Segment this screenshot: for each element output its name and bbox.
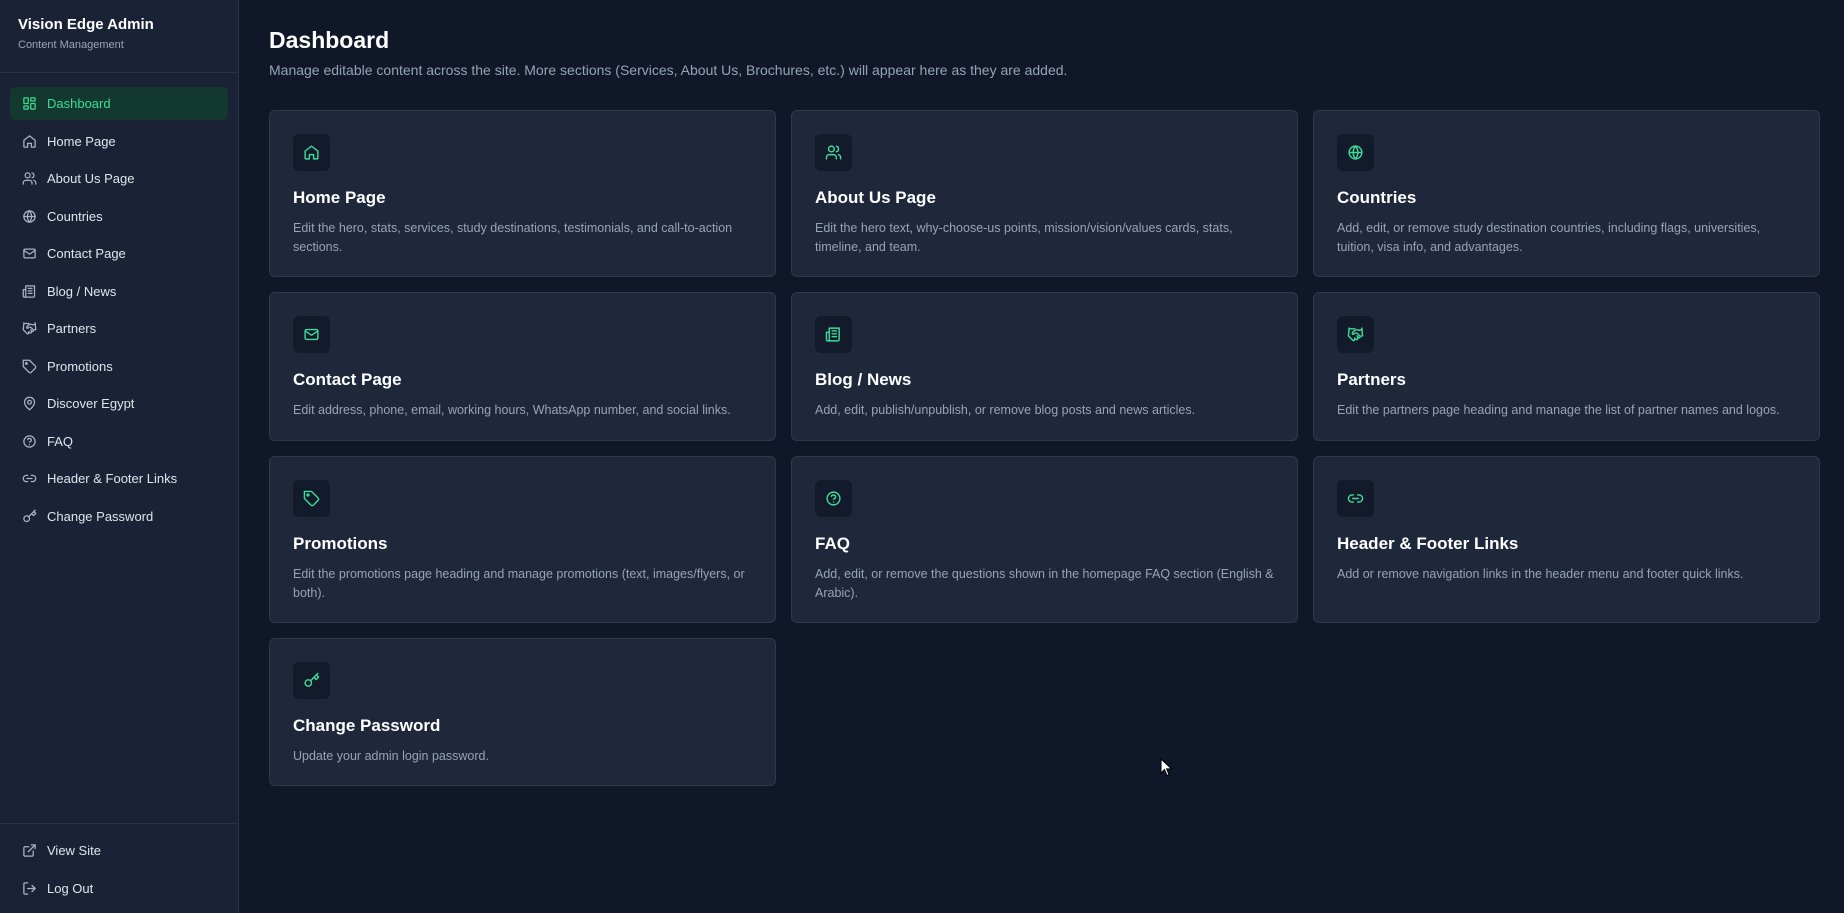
sidebar-item-blog-news[interactable]: Blog / News [10, 275, 228, 308]
card-title: Change Password [293, 716, 441, 735]
card-description: Add, edit, or remove study destination c… [1337, 221, 1761, 254]
sidebar-footer: View Site Log Out [0, 823, 238, 913]
newspaper-icon [22, 284, 37, 299]
sidebar-item-label: Countries [47, 208, 103, 224]
newspaper-icon [815, 316, 852, 353]
card-blog-news[interactable]: Blog / News Add, edit, publish/unpublish… [791, 292, 1298, 441]
sidebar-item-home-page[interactable]: Home Page [10, 125, 228, 158]
card-faq[interactable]: FAQ Add, edit, or remove the questions s… [791, 456, 1298, 623]
sidebar-nav: Dashboard Home Page About Us Page Countr… [0, 73, 238, 537]
link-icon [22, 471, 37, 486]
card-title: Partners [1337, 370, 1406, 389]
section-cards-grid: Home Page Edit the hero, stats, services… [269, 110, 1820, 786]
sidebar-item-countries[interactable]: Countries [10, 200, 228, 233]
home-icon [293, 134, 330, 171]
card-change-password[interactable]: Change Password Update your admin login … [269, 638, 776, 786]
card-title: Contact Page [293, 370, 402, 389]
view-site-label: View Site [47, 843, 101, 858]
users-icon [815, 134, 852, 171]
sidebar-item-label: Dashboard [47, 96, 111, 111]
key-icon [293, 662, 330, 699]
card-title: Home Page [293, 188, 386, 207]
view-site-link[interactable]: View Site [10, 834, 228, 867]
help-circle-icon [22, 434, 37, 449]
map-pin-icon [22, 396, 37, 411]
sidebar-item-contact-page[interactable]: Contact Page [10, 237, 228, 270]
card-description: Edit the hero, stats, services, study de… [293, 221, 733, 254]
admin-app: Vision Edge Admin Content Management Das… [0, 0, 1844, 913]
main-content: Dashboard Manage editable content across… [239, 0, 1844, 913]
help-circle-icon [815, 480, 852, 517]
sidebar: Vision Edge Admin Content Management Das… [0, 0, 239, 913]
brand-title: Vision Edge Admin [18, 16, 154, 33]
card-title: Countries [1337, 188, 1417, 207]
dashboard-icon [22, 96, 37, 111]
sidebar-item-promotions[interactable]: Promotions [10, 350, 228, 383]
log-out-label: Log Out [47, 880, 94, 896]
sidebar-item-discover-egypt[interactable]: Discover Egypt [10, 387, 228, 420]
card-description: Add, edit, or remove the questions shown… [815, 567, 1274, 600]
card-title: Promotions [293, 534, 388, 553]
globe-icon [22, 209, 37, 224]
sidebar-item-about-us[interactable]: About Us Page [10, 162, 228, 195]
card-title: About Us Page [815, 188, 936, 207]
mail-icon [22, 246, 37, 261]
card-promotions[interactable]: Promotions Edit the promotions page head… [269, 456, 776, 623]
card-home-page[interactable]: Home Page Edit the hero, stats, services… [269, 110, 776, 277]
users-icon [22, 171, 37, 186]
sidebar-item-dashboard[interactable]: Dashboard [10, 87, 228, 120]
card-description: Add or remove navigation links in the he… [1337, 567, 1744, 581]
mouse-cursor-icon [1160, 758, 1173, 777]
link-icon [1337, 480, 1374, 517]
sidebar-item-partners[interactable]: Partners [10, 312, 228, 345]
home-icon [22, 134, 37, 149]
card-countries[interactable]: Countries Add, edit, or remove study des… [1313, 110, 1820, 277]
sidebar-item-faq[interactable]: FAQ [10, 425, 228, 458]
log-out-button[interactable]: Log Out [10, 872, 228, 905]
handshake-icon [1337, 316, 1374, 353]
sidebar-item-label: Partners [47, 321, 97, 336]
brand: Vision Edge Admin Content Management [0, 0, 238, 73]
brand-subtitle: Content Management [18, 39, 124, 51]
card-description: Edit the promotions page heading and man… [293, 567, 745, 600]
sidebar-item-label: FAQ [47, 433, 74, 449]
sidebar-item-label: Contact Page [47, 246, 126, 261]
sidebar-item-label: Change Password [47, 508, 154, 524]
page-title: Dashboard [269, 27, 390, 53]
sidebar-item-label: Discover Egypt [47, 396, 135, 411]
card-description: Edit the hero text, why-choose-us points… [815, 221, 1233, 254]
card-title: FAQ [815, 534, 850, 553]
card-description: Edit the partners page heading and manag… [1337, 403, 1780, 417]
key-icon [22, 509, 37, 524]
card-description: Update your admin login password. [293, 749, 489, 763]
sidebar-item-label: Blog / News [47, 283, 117, 299]
sidebar-item-label: About Us Page [47, 171, 135, 186]
card-partners[interactable]: Partners Edit the partners page heading … [1313, 292, 1820, 441]
tag-icon [22, 359, 37, 374]
sidebar-item-header-footer-links[interactable]: Header & Footer Links [10, 462, 228, 495]
sidebar-item-label: Header & Footer Links [47, 471, 178, 486]
sidebar-item-label: Promotions [47, 358, 113, 374]
card-header-footer-links[interactable]: Header & Footer Links Add or remove navi… [1313, 456, 1820, 623]
card-description: Add, edit, publish/unpublish, or remove … [815, 403, 1196, 417]
card-description: Edit address, phone, email, working hour… [293, 403, 731, 417]
handshake-icon [22, 321, 37, 336]
card-title: Header & Footer Links [1337, 534, 1519, 553]
external-link-icon [22, 843, 37, 858]
card-about-us-page[interactable]: About Us Page Edit the hero text, why-ch… [791, 110, 1298, 277]
sidebar-item-change-password[interactable]: Change Password [10, 500, 228, 533]
log-out-icon [22, 881, 37, 896]
card-contact-page[interactable]: Contact Page Edit address, phone, email,… [269, 292, 776, 441]
tag-icon [293, 480, 330, 517]
card-title: Blog / News [815, 370, 912, 389]
sidebar-item-label: Home Page [47, 133, 116, 149]
mail-icon [293, 316, 330, 353]
page-description: Manage editable content across the site.… [269, 62, 1068, 78]
globe-icon [1337, 134, 1374, 171]
